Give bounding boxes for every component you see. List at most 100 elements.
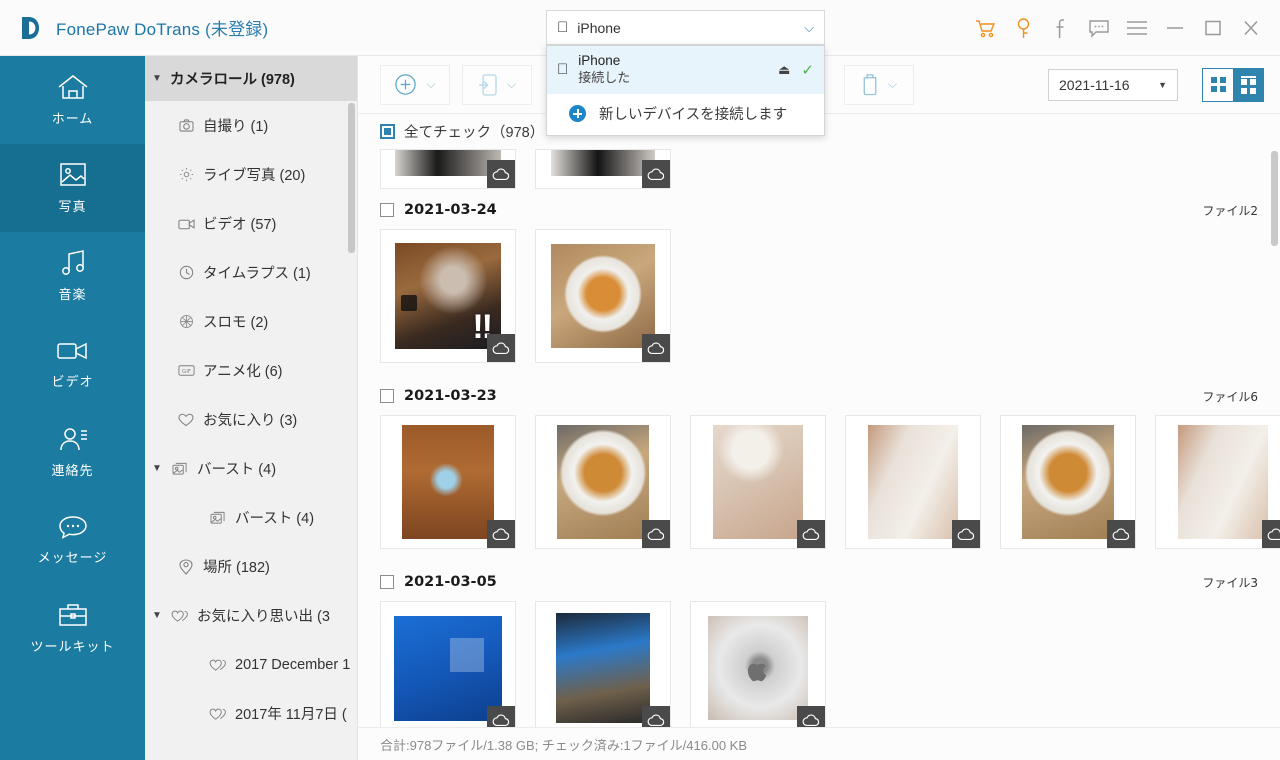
tree-item-live-photos[interactable]: ライブ写真 (20) [145, 150, 357, 199]
tree-header-camera-roll[interactable]: ▼ カメラロール (978) [145, 56, 357, 101]
group-checkbox[interactable] [380, 575, 394, 589]
device-option-iphone[interactable]:  iPhone 接続した ⏏ ✓ [547, 46, 824, 94]
thumbnail-partial[interactable] [535, 149, 671, 189]
window-controls [966, 0, 1270, 56]
thumbnail-item[interactable] [690, 601, 826, 727]
group-header[interactable]: 2021-03-23 ファイル6 [358, 377, 1280, 415]
tree-item-label: ライブ写真 (20) [203, 168, 306, 184]
app-logo [8, 14, 56, 42]
thumbnail-row: !! [358, 229, 1280, 377]
tree-scrollbar[interactable] [348, 103, 355, 253]
feedback-chat-icon[interactable] [1080, 8, 1118, 48]
partial-thumbnail-row [358, 149, 1280, 191]
device-selected-label: iPhone [566, 19, 621, 36]
caret-down-icon: ▼ [152, 73, 162, 84]
group-file-count: ファイル3 [1202, 575, 1258, 590]
chevron-down-icon: ⌵ [506, 77, 517, 91]
location-icon [177, 558, 195, 575]
contacts-icon [59, 428, 87, 451]
large-grid-icon [1240, 75, 1256, 94]
add-button[interactable]: ⌵ [380, 64, 450, 105]
minimize-icon[interactable] [1156, 8, 1194, 48]
close-icon[interactable] [1232, 8, 1270, 48]
clock-icon [177, 265, 195, 280]
hearts-icon [171, 609, 189, 623]
tree-item-videos[interactable]: ビデオ (57) [145, 199, 357, 248]
connect-new-device-option[interactable]: 新しいデバイスを接続します [547, 94, 824, 135]
export-to-device-button[interactable]: ⌵ [462, 64, 532, 105]
sidebar-item-toolkit[interactable]: ツールキット [0, 584, 145, 672]
tree-item-memory-2017-december[interactable]: 2017 December 1 [145, 640, 357, 689]
status-text: 合計:978ファイル/1.38 GB; チェック済み:1ファイル/416.00 … [380, 737, 748, 753]
group-header[interactable]: 2021-03-05 ファイル3 [358, 563, 1280, 601]
thumbnail-item[interactable] [380, 415, 516, 549]
cloud-icon [797, 520, 825, 548]
thumbnail-item[interactable] [535, 415, 671, 549]
sidebar-item-contacts[interactable]: 連絡先 [0, 408, 145, 496]
sidebar-item-home[interactable]: ホーム [0, 56, 145, 144]
device-option-name: iPhone [567, 52, 620, 68]
tree-item-places[interactable]: 場所 (182) [145, 542, 357, 591]
tree-item-label: バースト (4) [197, 462, 277, 478]
device-dropdown-menu[interactable]:  iPhone 接続した ⏏ ✓ 新しいデバイスを接続します [546, 45, 825, 136]
sidebar-item-messages[interactable]: メッセージ [0, 496, 145, 584]
tree-item-timelapse[interactable]: タイムラプス (1) [145, 248, 357, 297]
thumbnail-item[interactable] [1155, 415, 1280, 549]
thumbnail-item[interactable] [380, 601, 516, 727]
cart-icon[interactable] [966, 8, 1004, 48]
photo-grid-scroll-area[interactable]: 2021-03-24 ファイル2 !! 2021-03-23 ファイル6 202… [358, 149, 1280, 727]
thumbnail-item[interactable]: !! [380, 229, 516, 363]
sidebar-item-label: 写真 [58, 199, 87, 214]
sidebar-item-video[interactable]: ビデオ [0, 320, 145, 408]
tree-item-label: 2017年 11月7日 ( [235, 707, 347, 723]
group-checkbox[interactable] [380, 389, 394, 403]
cloud-icon [642, 520, 670, 548]
content-scrollbar[interactable] [1271, 151, 1278, 246]
tree-item-memory-2017-nov[interactable]: 2017年 11月7日 ( [145, 689, 357, 738]
tree-item-favorites[interactable]: お気に入り (3) [145, 395, 357, 444]
tree-item-slowmo[interactable]: スロモ (2) [145, 297, 357, 346]
sidebar-item-music[interactable]: 音楽 [0, 232, 145, 320]
tree-item-label: 場所 (182) [203, 560, 270, 576]
cloud-icon [642, 334, 670, 362]
tree-item-selfies[interactable]: 自撮り (1) [145, 101, 357, 150]
tree-item-favorite-memories-parent[interactable]: ▼ お気に入り思い出 (3 [145, 591, 357, 640]
maximize-icon[interactable] [1194, 8, 1232, 48]
tiktok-watermark-icon [401, 295, 417, 311]
thumbnail-item[interactable] [535, 229, 671, 363]
delete-button[interactable]: ⌵ [844, 64, 914, 105]
sidebar-item-label: メッセージ [37, 550, 108, 565]
tree-item-animated[interactable]: GIF アニメ化 (6) [145, 346, 357, 395]
group-date: 2021-03-24 [404, 202, 497, 218]
thumbnail-item[interactable] [1000, 415, 1136, 549]
sidebar-item-photos[interactable]: 写真 [0, 144, 145, 232]
tree-item-label: お気に入り (3) [203, 413, 298, 429]
group-checkbox[interactable] [380, 203, 394, 217]
hamburger-menu-icon[interactable] [1118, 8, 1156, 48]
eject-icon[interactable]: ⏏ [778, 62, 790, 78]
thumbnail-item[interactable] [535, 601, 671, 727]
tree-item-label: 2017 December 1 [235, 656, 351, 673]
thumbnail-item[interactable] [690, 415, 826, 549]
device-option-status: 接続した [567, 69, 630, 85]
chevron-down-icon: ⌵ [426, 77, 436, 91]
check-all-checkbox[interactable] [380, 124, 395, 139]
date-filter-value: 2021-11-16 [1059, 76, 1130, 93]
thumbnail-row [358, 415, 1280, 563]
group-header[interactable]: 2021-03-24 ファイル2 [358, 191, 1280, 229]
view-large-grid-button[interactable] [1233, 68, 1263, 101]
facebook-icon[interactable] [1042, 8, 1080, 48]
thumbnail-item[interactable] [845, 415, 981, 549]
view-small-grid-button[interactable] [1203, 68, 1233, 101]
group-date: 2021-03-05 [404, 574, 497, 590]
device-selector[interactable]:  iPhone ⌵ [546, 10, 825, 45]
burst-icon [209, 511, 227, 525]
tree-item-burst-parent[interactable]: ▼ バースト (4) [145, 444, 357, 493]
sidebar-item-label: ツールキット [30, 639, 115, 654]
video-icon [177, 218, 195, 230]
tree-item-burst-child[interactable]: バースト (4) [145, 493, 357, 542]
thumbnail-partial[interactable] [380, 149, 516, 189]
app-name: FonePaw DoTrans [56, 20, 201, 39]
key-icon[interactable] [1004, 8, 1042, 48]
date-filter-select[interactable]: 2021-11-16 ▼ [1048, 68, 1178, 101]
